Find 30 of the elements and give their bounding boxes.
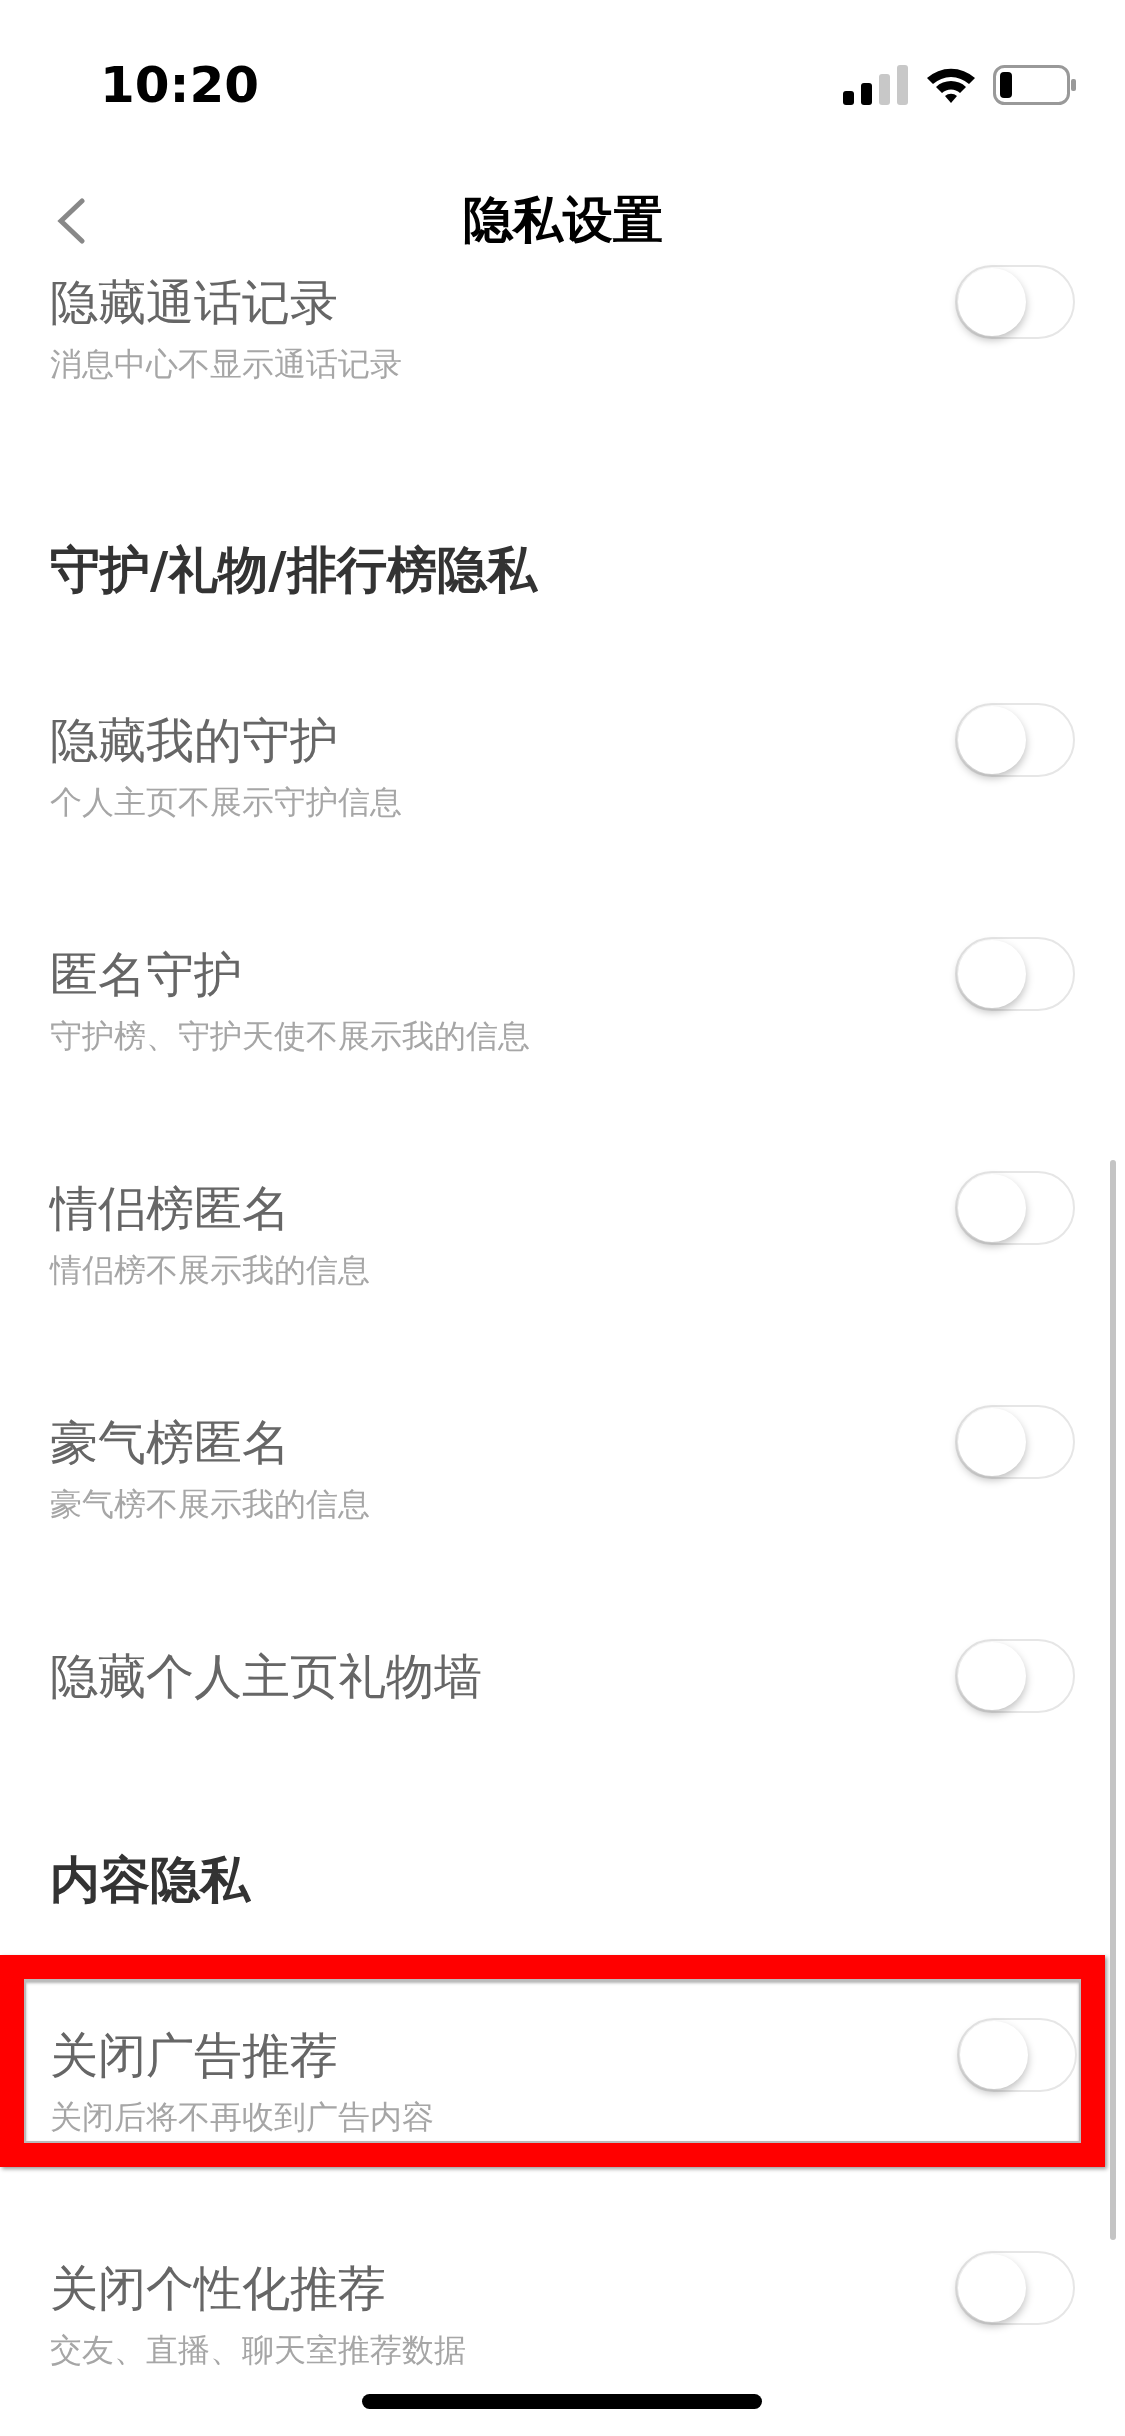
- section-header: 内容隐私: [50, 1851, 250, 1909]
- setting-title: 豪气榜匿名: [50, 1413, 291, 1472]
- setting-title: 隐藏我的守护: [50, 711, 339, 770]
- signal-icon: [843, 65, 909, 105]
- toggle-switch[interactable]: [955, 1639, 1075, 1713]
- setting-description: 个人主页不展示守护信息: [50, 782, 402, 823]
- toggle-switch[interactable]: [955, 1405, 1075, 1479]
- toggle-switch[interactable]: [957, 2018, 1077, 2092]
- setting-description: 豪气榜不展示我的信息: [50, 1484, 370, 1525]
- page-title: 隐私设置: [462, 189, 663, 251]
- setting-title: 隐藏通话记录: [50, 273, 339, 332]
- setting-description: 情侣榜不展示我的信息: [50, 1250, 370, 1291]
- setting-description: 守护榜、守护天使不展示我的信息: [50, 1016, 530, 1057]
- toggle-switch[interactable]: [955, 937, 1075, 1011]
- setting-title: 隐藏个人主页礼物墙: [50, 1647, 482, 1706]
- setting-description: 消息中心不显示通话记录: [50, 344, 402, 385]
- setting-title: 情侣榜匿名: [50, 1179, 291, 1238]
- setting-description: 关闭后将不再收到广告内容: [50, 2097, 434, 2138]
- setting-title: 匿名守护: [50, 945, 243, 1004]
- toggle-switch[interactable]: [955, 265, 1075, 339]
- battery-icon: [993, 65, 1077, 105]
- toggle-switch[interactable]: [955, 703, 1075, 777]
- setting-title: 关闭广告推荐: [50, 2026, 339, 2085]
- status-time: 10:20: [100, 54, 260, 116]
- toggle-switch[interactable]: [955, 1171, 1075, 1245]
- toggle-switch[interactable]: [955, 2251, 1075, 2325]
- setting-title: 关闭个性化推荐: [50, 2259, 387, 2318]
- setting-description: 交友、直播、聊天室推荐数据: [50, 2330, 466, 2371]
- back-icon[interactable]: [56, 198, 86, 244]
- section-header: 守护/礼物/排行榜隐私: [50, 541, 537, 599]
